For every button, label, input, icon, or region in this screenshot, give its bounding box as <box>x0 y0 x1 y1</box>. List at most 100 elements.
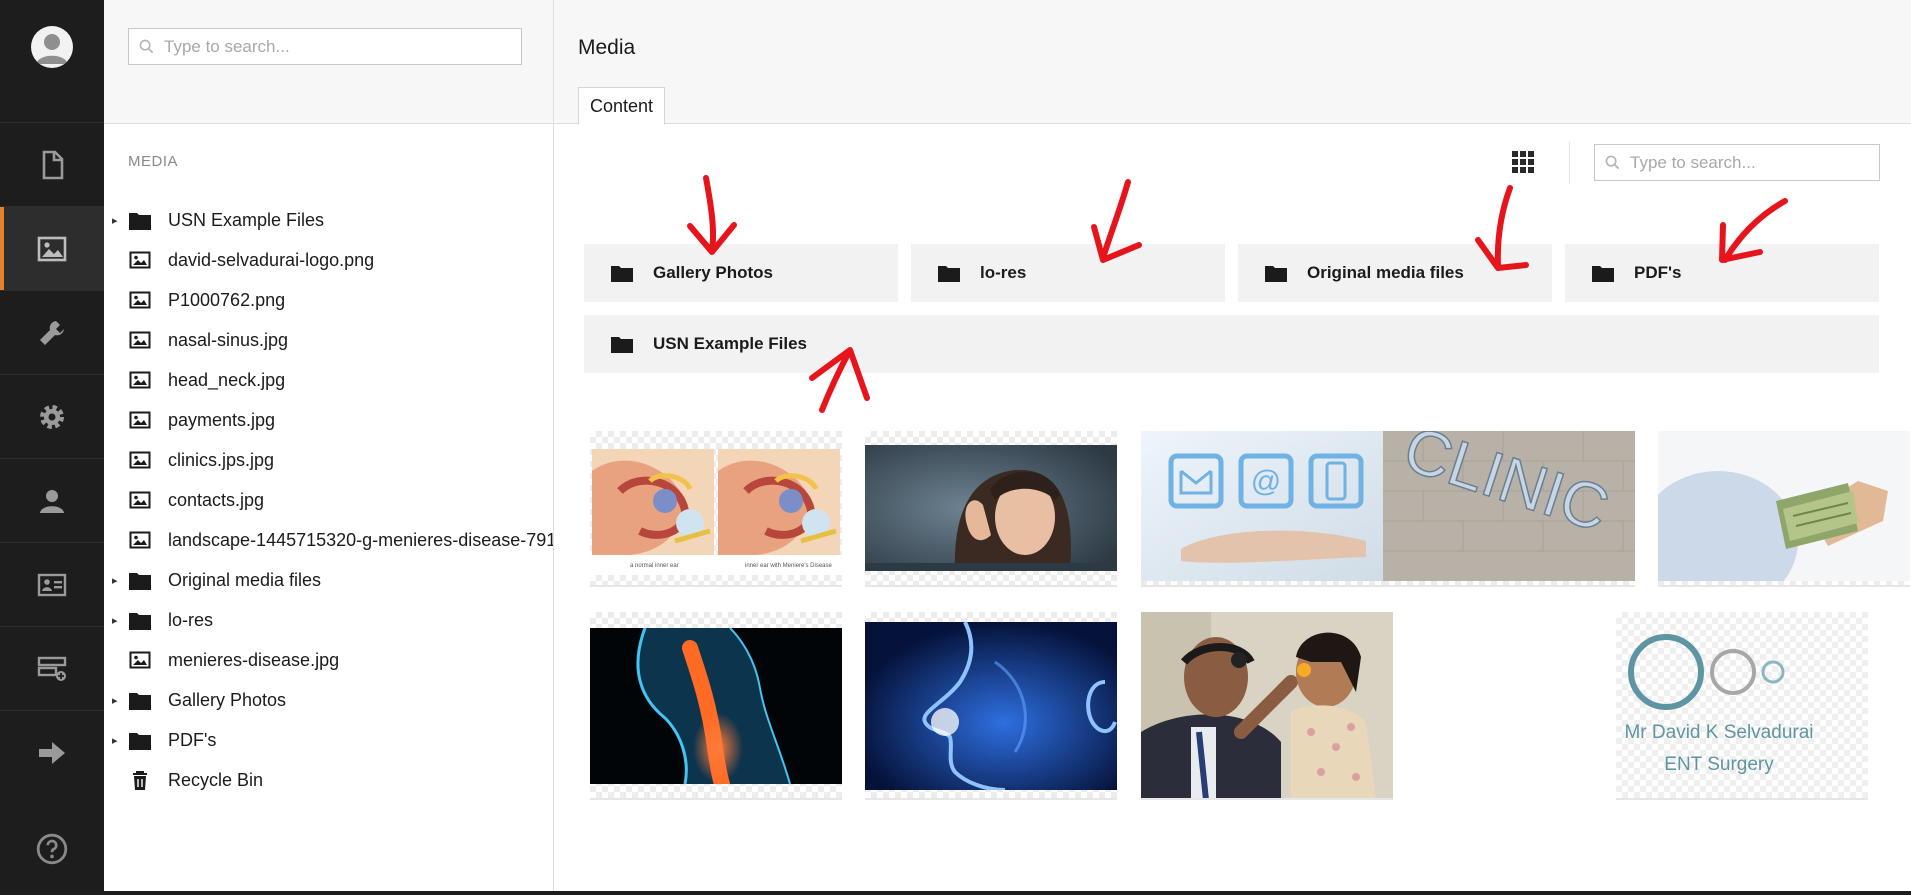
tab-content[interactable]: Content <box>578 87 666 125</box>
rail-users[interactable] <box>0 458 104 542</box>
folder-icon-wrap <box>128 569 152 591</box>
user-avatar[interactable] <box>31 26 73 68</box>
rail-forms[interactable] <box>0 626 104 710</box>
folder-tile-lo-res[interactable]: lo-res <box>911 244 1225 302</box>
folder-name: Gallery Photos <box>653 263 773 282</box>
thumb-p1000762[interactable] <box>1141 612 1393 800</box>
tree-search[interactable] <box>128 28 522 65</box>
woman-listening-image <box>865 445 1117 571</box>
rail-content[interactable] <box>0 122 104 206</box>
selvadurai-logo-image: Mr David K Selvadurai ENT Surgery <box>1624 634 1814 775</box>
folder-name: lo-res <box>980 263 1027 282</box>
folder-icon <box>129 693 151 710</box>
question-circle-icon <box>36 833 68 865</box>
tree-item-label: P1000762.png <box>168 289 286 310</box>
tree-item-label: nasal-sinus.jpg <box>168 329 289 350</box>
gear-icon <box>40 404 64 429</box>
tree-item-label: landscape-1445715320-g-menieres-disease-… <box>168 529 554 550</box>
image-icon <box>37 236 67 261</box>
rail-members[interactable] <box>0 542 104 626</box>
tree-item[interactable]: nasal-sinus.jpg <box>104 320 553 360</box>
tree-item-label: lo-res <box>168 609 214 630</box>
media-app: MEDIA ▸ USN Example Files david-selvadurai… <box>0 0 1911 891</box>
help-button[interactable] <box>0 807 104 891</box>
thumb-landscape-menieres[interactable] <box>865 431 1117 587</box>
section-rail <box>0 0 104 891</box>
thumb-payments[interactable] <box>1658 431 1910 587</box>
folder-tile-usn-example-files[interactable]: USN Example Files <box>584 315 1879 373</box>
tree-item[interactable]: ▸ Original media files <box>104 560 553 600</box>
clinic-sign-image: CLINIC <box>1383 431 1635 581</box>
tree-item-label: contacts.jpg <box>168 489 265 510</box>
wrench-icon <box>40 320 64 345</box>
tree-item[interactable]: P1000762.png <box>104 280 553 320</box>
tree-item[interactable]: clinics.jps.jpg <box>104 440 553 480</box>
tree-search-input[interactable] <box>164 36 489 57</box>
tree-item[interactable]: head_neck.jpg <box>104 360 553 400</box>
folder-icon-wrap <box>128 729 152 751</box>
doctor-examining-child-image <box>1141 612 1393 798</box>
folder-tile-pdfs[interactable]: PDF's <box>1565 244 1879 302</box>
thumb-nasal-sinus[interactable] <box>865 612 1117 800</box>
tree-item[interactable]: menieres-disease.jpg <box>104 640 553 680</box>
folder-name: Original media files <box>1307 263 1464 282</box>
id-card-icon <box>37 573 67 596</box>
logo-subtitle-text: ENT Surgery <box>1664 754 1774 775</box>
list-search-input[interactable] <box>1630 152 1863 173</box>
form-add-icon <box>37 656 67 681</box>
folder-icon <box>129 733 151 750</box>
tree-item[interactable]: ▸ USN Example Files <box>104 200 553 240</box>
folder-icon <box>611 337 633 353</box>
rail-developer[interactable] <box>0 374 104 458</box>
folder-icon-wrap <box>128 209 152 231</box>
tree-item[interactable]: Recycle Bin <box>104 760 553 800</box>
tree-item[interactable]: landscape-1445715320-g-menieres-disease-… <box>104 520 554 560</box>
thumb-contacts[interactable]: @ <box>1141 431 1393 587</box>
expand-caret-icon[interactable]: ▸ <box>112 214 122 227</box>
search-icon <box>139 39 154 54</box>
tree-item[interactable]: contacts.jpg <box>104 480 553 520</box>
folder-tile-original-media-files[interactable]: Original media files <box>1238 244 1552 302</box>
tree-item[interactable]: ▸ Gallery Photos <box>104 680 553 720</box>
rail-redirects[interactable] <box>0 710 104 794</box>
image-icon-wrap <box>128 489 152 511</box>
tree-item-label: head_neck.jpg <box>168 369 286 390</box>
expand-caret-icon[interactable]: ▸ <box>112 694 122 707</box>
throat-xray-image <box>590 628 842 784</box>
tree-item[interactable]: payments.jpg <box>104 400 553 440</box>
media-tree: ▸ USN Example Files david-selvadurai-logo.… <box>104 200 554 800</box>
folder-name: USN Example Files <box>653 334 808 353</box>
toolbar-divider <box>1569 142 1570 184</box>
tree-item[interactable]: david-selvadurai-logo.png <box>104 240 553 280</box>
logo-name-text: Mr David K Selvadurai <box>1624 722 1813 743</box>
list-search[interactable] <box>1594 144 1880 181</box>
thumb-menieres-disease[interactable]: a normal inner ear inner ear with Menier… <box>590 431 842 587</box>
media-tree-panel: MEDIA ▸ USN Example Files david-selvadurai… <box>104 0 554 891</box>
arrow-right-icon <box>39 741 65 764</box>
image-icon-wrap <box>128 449 152 471</box>
expand-caret-icon[interactable]: ▸ <box>112 614 122 627</box>
thumb-logo[interactable]: Mr David K Selvadurai ENT Surgery <box>1616 612 1868 800</box>
image-icon <box>129 651 151 669</box>
tree-item[interactable]: ▸ PDF's <box>104 720 553 760</box>
grid-view-toggle[interactable] <box>1512 151 1534 173</box>
ear-diagram-image: a normal inner ear inner ear with Menier… <box>590 449 842 575</box>
expand-caret-icon[interactable]: ▸ <box>112 734 122 747</box>
tree-section-label: MEDIA <box>128 153 179 170</box>
image-icon-wrap <box>128 329 152 351</box>
expand-caret-icon[interactable]: ▸ <box>112 574 122 587</box>
user-avatar-icon <box>36 34 68 64</box>
rail-settings[interactable] <box>0 290 104 374</box>
trash-icon <box>133 771 147 790</box>
tree-item-label: Recycle Bin <box>168 769 264 790</box>
tree-item-label: USN Example Files <box>168 209 325 230</box>
tree-item[interactable]: ▸ lo-res <box>104 600 553 640</box>
nasal-sinus-image <box>865 622 1117 790</box>
image-icon-wrap <box>128 529 152 551</box>
thumb-head-neck[interactable] <box>590 612 842 800</box>
folder-tile-gallery-photos[interactable]: Gallery Photos <box>584 244 898 302</box>
thumb-clinics[interactable]: CLINIC <box>1383 431 1635 587</box>
folder-icon-wrap <box>128 689 152 711</box>
editor-header: Media Content <box>554 0 1911 125</box>
rail-media[interactable] <box>0 206 104 290</box>
